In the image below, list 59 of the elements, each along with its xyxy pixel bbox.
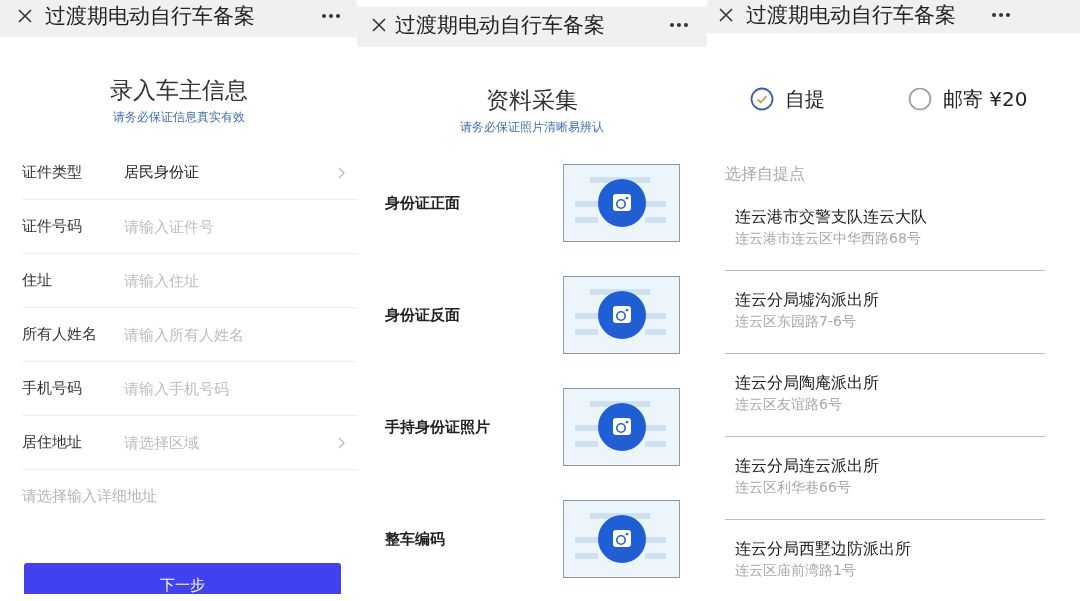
page-heading: 录入车主信息 — [109, 76, 248, 105]
address-textarea[interactable]: 请选择输入详细地址 — [22, 470, 342, 540]
pickup-point-item[interactable]: 连云分局墟沟派出所 连云区东园路7-6号 — [725, 271, 1045, 354]
pickup-point-name: 连云分局墟沟派出所 — [735, 291, 880, 309]
camera-icon — [597, 291, 646, 339]
page-heading: 资料采集 — [486, 86, 578, 115]
pickup-point-address: 连云港市连云区中华西路68号 — [735, 230, 922, 246]
chevron-icon — [338, 436, 345, 449]
text-input[interactable]: 请输入证件号 — [124, 211, 345, 242]
pickup-point-item[interactable]: 连云分局西墅边防派出所 连云区庙前湾路1号 — [725, 520, 1045, 601]
field-label: 居住地址 — [22, 433, 83, 452]
pickup-point-name: 连云分局陶庵派出所 — [735, 374, 880, 392]
photo-upload-button[interactable] — [563, 500, 680, 578]
pickup-point-address: 连云区庙前湾路1号 — [735, 562, 857, 578]
upload-label: 身份证反面 — [385, 305, 461, 325]
radio-option[interactable]: 邮寄 ¥20 — [908, 85, 1028, 113]
pickup-point-name: 连云港市交警支队连云大队 — [735, 208, 928, 226]
radio-option[interactable]: 自提 — [750, 85, 908, 113]
pickup-point-address: 连云区东园路7-6号 — [735, 313, 857, 329]
more-icon[interactable] — [322, 13, 340, 18]
page-subtitle: 请务必保证信息真实有效 — [112, 109, 245, 125]
pickup-point-name: 连云分局西墅边防派出所 — [735, 540, 912, 558]
more-icon[interactable] — [992, 12, 1010, 17]
upload-label: 身份证正面 — [385, 193, 461, 213]
pickup-point-item[interactable]: 连云港市交警支队连云大队 连云港市连云区中华西路68号 — [725, 188, 1045, 271]
field-label: 证件号码 — [22, 217, 83, 236]
close-icon[interactable] — [372, 18, 386, 32]
camera-icon — [597, 515, 646, 563]
window-title: 过渡期电动自行车备案 — [395, 12, 605, 38]
chevron-icon — [338, 166, 345, 179]
upload-label: 手持身份证照片 — [385, 417, 491, 437]
pickup-point-address: 连云区友谊路6号 — [735, 396, 843, 412]
close-icon[interactable] — [719, 7, 733, 22]
pickup-point-name: 连云分局连云派出所 — [735, 457, 880, 475]
text-input[interactable]: 请输入所有人姓名 — [124, 319, 345, 350]
pickup-point-item[interactable]: 连云分局陶庵派出所 连云区友谊路6号 — [725, 354, 1045, 437]
section-label: 选择自提点 — [724, 164, 805, 184]
photo-upload-button[interactable] — [563, 388, 680, 466]
window-title: 过渡期电动自行车备案 — [746, 1, 956, 28]
select-field[interactable]: 请选择区域 — [124, 427, 332, 458]
pickup-point-address: 连云区利华巷66号 — [735, 479, 852, 495]
window-title: 过渡期电动自行车备案 — [45, 2, 255, 29]
photo-upload-button[interactable] — [563, 164, 680, 242]
field-label: 证件类型 — [22, 163, 83, 182]
field-label: 所有人姓名 — [22, 325, 98, 344]
more-icon[interactable] — [670, 23, 688, 27]
next-button[interactable]: 下一步 — [24, 563, 341, 594]
photo-upload-button[interactable] — [563, 276, 680, 354]
page-subtitle: 请务必保证照片清晰易辨认 — [460, 119, 604, 135]
close-icon[interactable] — [18, 8, 32, 23]
field-label: 手机号码 — [22, 379, 83, 398]
text-input[interactable]: 请输入手机号码 — [124, 373, 345, 404]
pickup-point-item[interactable]: 连云分局连云派出所 连云区利华巷66号 — [725, 437, 1045, 520]
upload-label: 整车编码 — [385, 529, 446, 549]
camera-icon — [597, 179, 646, 227]
select-field[interactable]: 居民身份证 — [124, 157, 332, 188]
camera-icon — [597, 403, 646, 451]
text-input[interactable]: 请输入住址 — [124, 265, 345, 296]
field-label: 住址 — [22, 271, 53, 290]
